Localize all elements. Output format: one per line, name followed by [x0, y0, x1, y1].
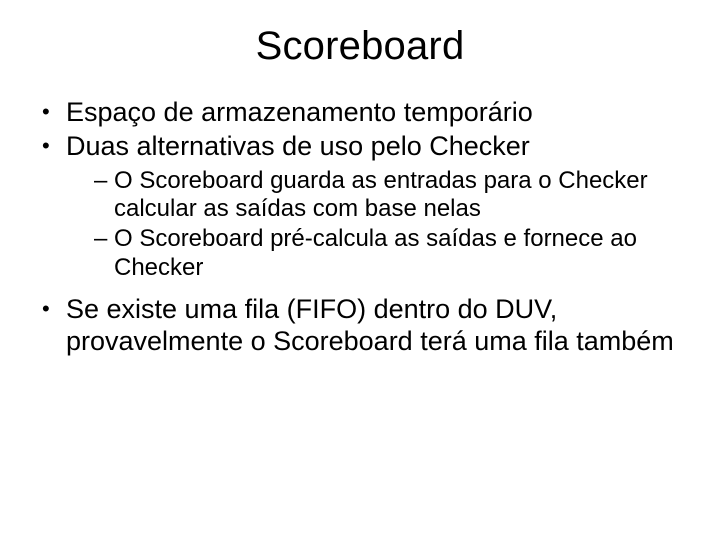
bullet-text: Espaço de armazenamento temporário: [66, 97, 533, 127]
bullet-list: Espaço de armazenamento temporário Duas …: [36, 97, 684, 358]
sub-bullet-text: O Scoreboard pré-calcula as saídas e for…: [114, 225, 637, 280]
bullet-item: Espaço de armazenamento temporário: [40, 97, 684, 129]
slide-title: Scoreboard: [36, 24, 684, 69]
slide: Scoreboard Espaço de armazenamento tempo…: [0, 0, 720, 540]
sub-bullet-item: O Scoreboard guarda as entradas para o C…: [94, 167, 684, 224]
bullet-item: Duas alternativas de uso pelo Checker O …: [40, 131, 684, 282]
sub-bullet-item: O Scoreboard pré-calcula as saídas e for…: [94, 225, 684, 282]
sub-bullet-text: O Scoreboard guarda as entradas para o C…: [114, 167, 648, 222]
bullet-text: Duas alternativas de uso pelo Checker: [66, 131, 530, 161]
bullet-item: Se existe uma fila (FIFO) dentro do DUV,…: [40, 294, 684, 358]
sub-bullet-list: O Scoreboard guarda as entradas para o C…: [66, 167, 684, 282]
bullet-text: Se existe uma fila (FIFO) dentro do DUV,…: [66, 294, 674, 356]
